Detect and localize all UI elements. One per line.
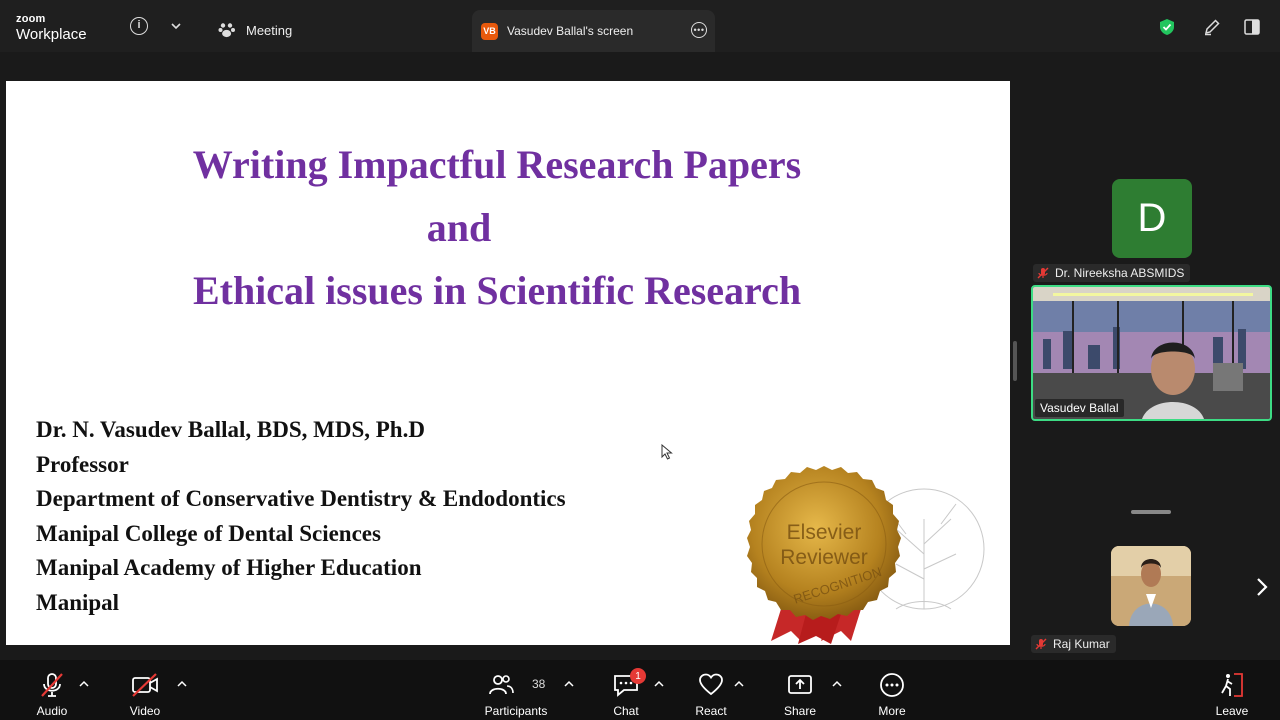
- chevron-down-icon[interactable]: [168, 18, 184, 34]
- slide-title-line: Writing Impactful Research Papers: [192, 142, 802, 187]
- participant-avatar[interactable]: D: [1112, 179, 1192, 258]
- participant-name: Dr. Nireeksha ABSMIDS: [1055, 266, 1185, 280]
- security-shield-icon[interactable]: [1158, 18, 1176, 36]
- screen-tab-label: Vasudev Ballal's screen: [507, 24, 634, 38]
- more-label: More: [878, 704, 906, 718]
- view-layout-icon[interactable]: [1243, 18, 1261, 36]
- more-dots-icon: [880, 673, 904, 697]
- participants-options-caret-icon[interactable]: [563, 678, 575, 690]
- tab-shared-screen[interactable]: VB Vasudev Ballal's screen •••: [472, 10, 715, 52]
- chat-unread-badge: 1: [630, 668, 646, 684]
- zoom-workplace-logo: zoom Workplace: [16, 13, 87, 43]
- participant-name-tag: Raj Kumar: [1031, 635, 1116, 653]
- video-options-caret-icon[interactable]: [176, 678, 188, 690]
- mic-muted-icon: [41, 673, 63, 697]
- participants-count: 38: [532, 677, 546, 691]
- meeting-toolbar: Audio Video Participants 1 Chat React Sh…: [0, 660, 1280, 720]
- tab-meeting[interactable]: Meeting: [218, 20, 292, 40]
- slide-title-line: and: [426, 205, 492, 250]
- share-label: Share: [783, 704, 817, 718]
- author-line: Dr. N. Vasudev Ballal, BDS, MDS, Ph.D: [36, 417, 425, 442]
- share-screen-icon: [788, 675, 812, 694]
- avatar-initial: D: [1137, 196, 1167, 240]
- sharer-initials-badge: VB: [481, 22, 498, 40]
- active-speaker-video[interactable]: Vasudev Ballal: [1031, 285, 1272, 421]
- participant-photo: [1111, 546, 1191, 626]
- share-button[interactable]: Share: [784, 660, 816, 720]
- react-label: React: [695, 704, 727, 718]
- leave-label: Leave: [1215, 704, 1249, 718]
- chevron-right-icon[interactable]: [1252, 576, 1272, 598]
- participants-icon: [489, 675, 514, 695]
- slide-author-block: Dr. N. Vasudev Ballal, BDS, MDS, Ph.D Pr…: [36, 413, 566, 621]
- top-bar: zoom Workplace i Meeting VB Vasudev Ball…: [0, 0, 1280, 52]
- participant-name-tag: Dr. Nireeksha ABSMIDS: [1033, 264, 1191, 282]
- brand-zoom: zoom: [16, 13, 46, 25]
- participants-paw-icon: [218, 23, 235, 38]
- chat-label: Chat: [613, 704, 639, 718]
- react-options-caret-icon[interactable]: [733, 678, 745, 690]
- audio-options-caret-icon[interactable]: [78, 678, 90, 690]
- slide-title: Writing Impactful Research Papers and Et…: [6, 133, 988, 322]
- leave-door-icon: [1221, 673, 1243, 697]
- participant-video-thumbnail[interactable]: [1111, 546, 1191, 626]
- mouse-cursor-icon: [661, 444, 673, 460]
- meeting-tab-label: Meeting: [246, 22, 293, 38]
- chat-icon-wrap: 1: [612, 668, 646, 699]
- author-line: Manipal: [36, 589, 120, 615]
- audio-button[interactable]: Audio: [34, 660, 70, 720]
- seal-text-line2: Reviewer: [780, 546, 868, 569]
- elsevier-reviewer-seal: Elsevier Reviewer RECOGNITION: [747, 466, 985, 644]
- video-button[interactable]: Video: [127, 660, 163, 720]
- author-line: Manipal Academy of Higher Education: [36, 555, 422, 581]
- more-button[interactable]: More: [876, 660, 908, 720]
- panel-resize-handle[interactable]: [1013, 341, 1017, 381]
- panel-divider-handle[interactable]: [1131, 510, 1171, 514]
- shared-screen-slide: Writing Impactful Research Papers and Et…: [6, 81, 1010, 645]
- chat-button[interactable]: 1 Chat: [610, 660, 646, 720]
- participant-name: Raj Kumar: [1053, 637, 1110, 651]
- seal-text-line1: Elsevier: [787, 521, 862, 544]
- leave-button[interactable]: Leave: [1215, 660, 1249, 720]
- brand-workplace: Workplace: [16, 26, 87, 43]
- audio-label: Audio: [36, 704, 68, 718]
- author-line: Manipal College of Dental Sciences: [36, 520, 381, 546]
- slide-title-line: Ethical issues in Scientific Research: [192, 268, 802, 313]
- meeting-info-icon[interactable]: i: [130, 17, 148, 35]
- video-label: Video: [129, 704, 161, 718]
- react-button[interactable]: React: [694, 660, 728, 720]
- mic-muted-icon: [1035, 638, 1047, 650]
- author-line: Department of Conservative Dentistry & E…: [36, 486, 566, 512]
- speaker-name-tag: Vasudev Ballal: [1035, 399, 1124, 417]
- author-line: Professor: [36, 451, 129, 477]
- heart-icon: [699, 673, 723, 696]
- more-options-icon[interactable]: •••: [691, 22, 707, 38]
- chat-options-caret-icon[interactable]: [653, 678, 665, 690]
- zoom-window: zoom Workplace i Meeting VB Vasudev Ball…: [0, 0, 1280, 720]
- annotate-pen-icon[interactable]: [1203, 18, 1221, 36]
- participants-label: Participants: [484, 704, 548, 718]
- mic-muted-icon: [1037, 267, 1049, 279]
- video-off-icon: [132, 673, 158, 697]
- share-options-caret-icon[interactable]: [831, 678, 843, 690]
